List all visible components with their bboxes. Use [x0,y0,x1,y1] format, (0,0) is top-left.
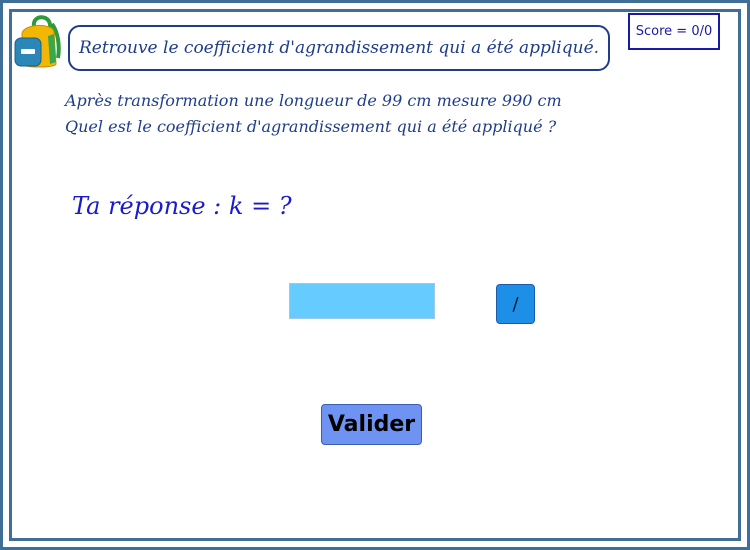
validate-button[interactable]: Valider [321,404,422,445]
backpack-icon [12,12,64,70]
score-display: Score = 0/0 [628,13,720,50]
fraction-slash-button[interactable]: / [496,284,535,324]
answer-input[interactable] [289,283,435,319]
problem-question-line2: Quel est le coefficient d'agrandissement… [65,117,557,136]
exercise-area: Retrouve le coefficient d'agrandissement… [0,0,750,550]
instruction-text: Retrouve le coefficient d'agrandissement… [78,38,600,58]
score-text: Score = 0/0 [635,24,713,39]
instruction-banner: Retrouve le coefficient d'agrandissement… [68,25,610,71]
problem-statement-line1: Après transformation une longueur de 99 … [65,91,562,110]
answer-label: Ta réponse : k = ? [72,192,292,220]
